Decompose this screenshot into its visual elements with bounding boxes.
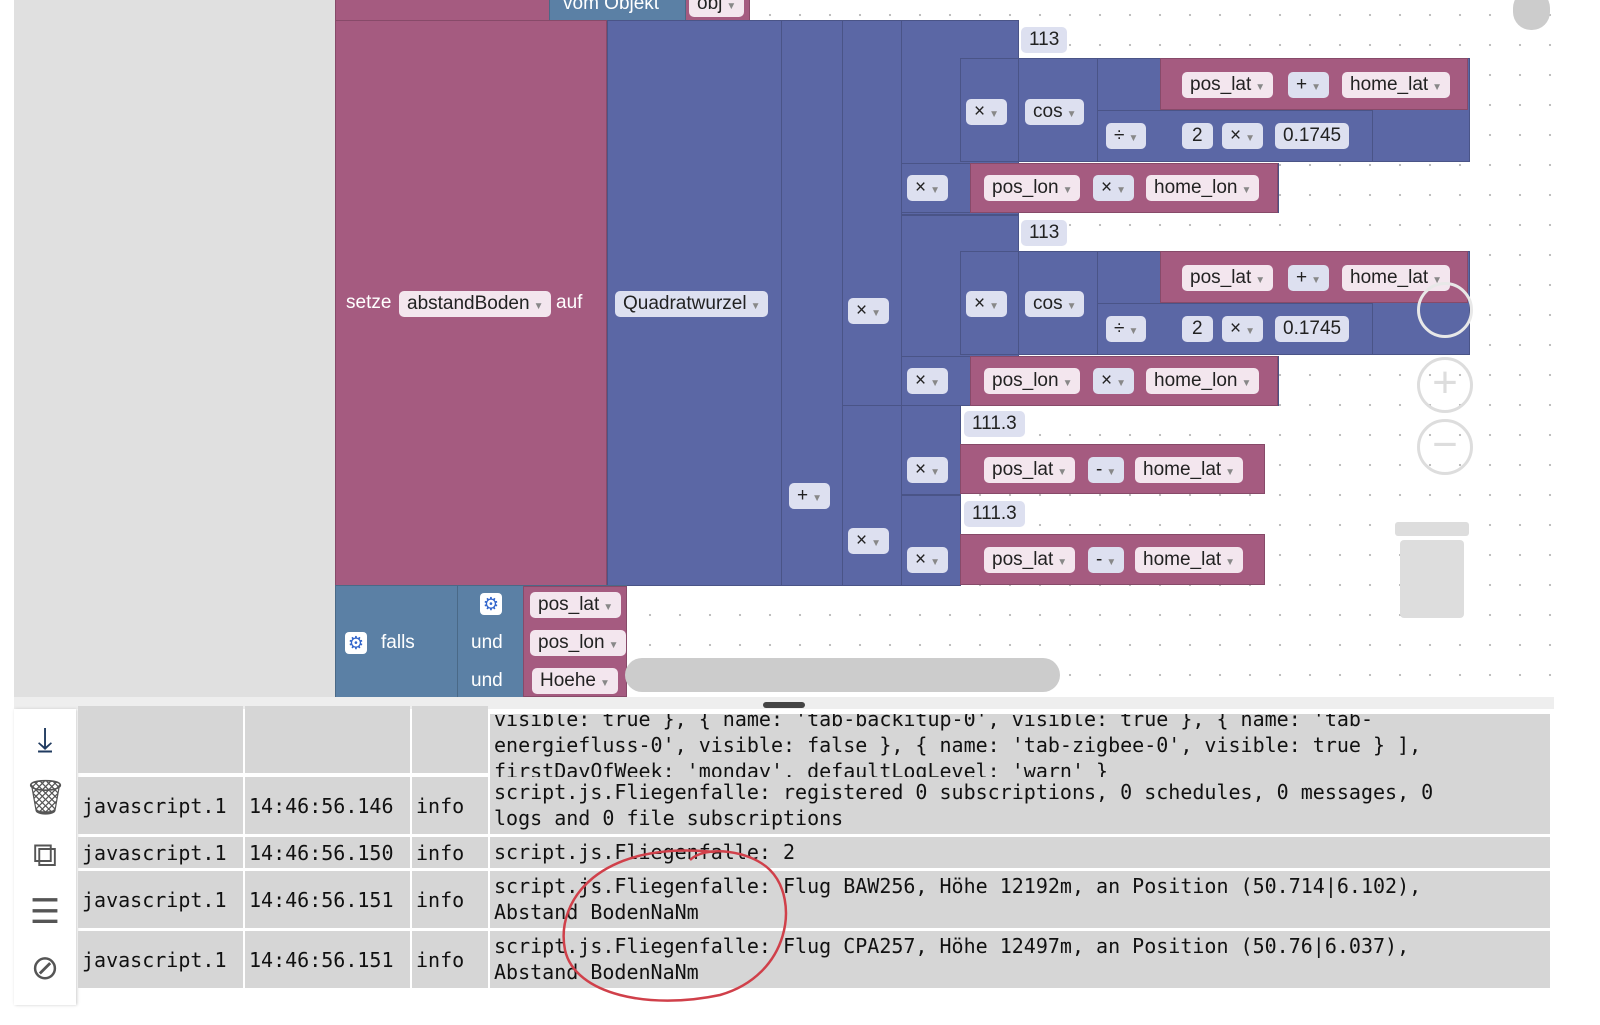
gear-icon[interactable]: ⚙ bbox=[345, 632, 367, 654]
mul-operator[interactable]: × ▼ bbox=[966, 99, 1008, 125]
log-level: info bbox=[412, 837, 488, 868]
number-113[interactable]: 113 bbox=[1021, 27, 1068, 53]
log-source: javascript.1 bbox=[78, 871, 243, 928]
toolbox-panel bbox=[14, 0, 335, 697]
mul-block-lat[interactable] bbox=[842, 405, 902, 586]
number-111-3[interactable]: 111.3 bbox=[964, 501, 1025, 527]
zoom-in-icon[interactable]: + bbox=[1417, 357, 1473, 413]
cos-dropdown[interactable]: cos ▼ bbox=[1025, 291, 1085, 317]
log-message: script.js.Fliegenfalle: 2 bbox=[490, 837, 1550, 868]
falls-label: falls bbox=[381, 632, 415, 653]
mul-operator[interactable]: × ▼ bbox=[1222, 123, 1264, 149]
mul-block-outer[interactable] bbox=[842, 20, 902, 406]
var-home-lat[interactable]: home_lat ▼ bbox=[1342, 72, 1451, 98]
log-level: info bbox=[412, 777, 488, 834]
var-pos-lon[interactable]: pos_lon ▼ bbox=[530, 630, 627, 656]
recenter-icon[interactable] bbox=[1417, 282, 1473, 338]
log-source: javascript.1 bbox=[78, 837, 243, 868]
obj-dropdown[interactable]: obj ▼ bbox=[689, 0, 745, 17]
log-message: script.js.Fliegenfalle: Flug BAW256, Höh… bbox=[490, 871, 1550, 928]
gear-icon[interactable]: ⚙ bbox=[480, 593, 502, 615]
plus-operator[interactable]: + ▼ bbox=[1288, 265, 1330, 291]
var-home-lat[interactable]: home_lat ▼ bbox=[1135, 547, 1244, 573]
trash-icon[interactable] bbox=[1400, 540, 1464, 618]
download-icon[interactable]: ⤓ bbox=[24, 719, 66, 761]
log-level: info bbox=[412, 871, 488, 928]
copy-icon[interactable]: ⧉ bbox=[24, 834, 66, 876]
var-pos-lat[interactable]: pos_lat ▼ bbox=[984, 547, 1076, 573]
number-0-1745[interactable]: 0.1745 bbox=[1275, 123, 1350, 149]
plus-operator[interactable]: + ▼ bbox=[1288, 72, 1330, 98]
trash-lid-icon[interactable] bbox=[1395, 522, 1469, 536]
var-home-lon[interactable]: home_lon ▼ bbox=[1146, 175, 1260, 201]
vom-objekt-label: vom Objekt bbox=[563, 0, 660, 14]
log-message: visible: true }, { name: 'tab-backitup-0… bbox=[490, 714, 1550, 781]
log-message: script.js.Fliegenfalle: registered 0 sub… bbox=[490, 777, 1550, 834]
hide-eye-icon[interactable]: ⊘ bbox=[24, 947, 66, 989]
var-pos-lon[interactable]: pos_lon ▼ bbox=[984, 175, 1081, 201]
und-label: und bbox=[471, 632, 503, 653]
log-time: 14:46:56.151 bbox=[245, 931, 410, 988]
log-source: javascript.1 bbox=[78, 931, 243, 988]
var-pos-lat[interactable]: pos_lat ▼ bbox=[984, 457, 1076, 483]
variable-dropdown[interactable]: abstandBoden ▼ bbox=[399, 291, 552, 317]
mul-operator[interactable]: × ▼ bbox=[907, 547, 949, 573]
mul-operator[interactable]: × ▼ bbox=[1222, 316, 1264, 342]
minus-operator[interactable]: - ▼ bbox=[1088, 547, 1125, 573]
log-source bbox=[78, 706, 243, 773]
log-message: script.js.Fliegenfalle: Flug CPA257, Höh… bbox=[490, 931, 1550, 988]
wrap-lines-icon[interactable]: ☰ bbox=[24, 891, 66, 933]
var-pos-lat[interactable]: pos_lat ▼ bbox=[1182, 265, 1274, 291]
mul-operator[interactable]: × ▼ bbox=[966, 291, 1008, 317]
var-pos-lat[interactable]: pos_lat ▼ bbox=[1182, 72, 1274, 98]
zoom-out-icon[interactable]: − bbox=[1417, 419, 1473, 475]
var-home-lon[interactable]: home_lon ▼ bbox=[1146, 368, 1260, 394]
plus-operator[interactable]: + ▼ bbox=[789, 483, 831, 509]
und-label: und bbox=[471, 670, 503, 691]
mul-operator[interactable]: × ▼ bbox=[907, 368, 949, 394]
setze-label: setze bbox=[346, 292, 392, 313]
var-hoehe[interactable]: Hoehe ▼ bbox=[532, 668, 618, 694]
previous-block[interactable] bbox=[335, 0, 750, 21]
div-operator[interactable]: ÷ ▼ bbox=[1106, 123, 1147, 149]
log-level: info bbox=[412, 931, 488, 988]
var-pos-lon[interactable]: pos_lon ▼ bbox=[984, 368, 1081, 394]
mul-operator[interactable]: × ▼ bbox=[1093, 175, 1135, 201]
mul-operator[interactable]: × ▼ bbox=[907, 175, 949, 201]
resize-handle[interactable] bbox=[763, 702, 805, 708]
log-time: 14:46:56.150 bbox=[245, 837, 410, 868]
number-111-3[interactable]: 111.3 bbox=[964, 411, 1025, 437]
blockly-workspace[interactable]: vom Objekt obj ▼ setze abstandBoden ▼ auf … bbox=[335, 0, 1553, 697]
number-0-1745[interactable]: 0.1745 bbox=[1275, 316, 1350, 342]
number-2[interactable]: 2 bbox=[1182, 316, 1213, 342]
clear-log-icon[interactable]: 🗑 bbox=[24, 777, 67, 819]
mul-operator[interactable]: × ▼ bbox=[848, 528, 890, 554]
var-pos-lat[interactable]: pos_lat ▼ bbox=[530, 592, 622, 618]
sqrt-dropdown[interactable]: Quadratwurzel ▼ bbox=[615, 291, 769, 317]
mul-operator[interactable]: × ▼ bbox=[1093, 368, 1135, 394]
log-source: javascript.1 bbox=[78, 777, 243, 834]
cos-dropdown[interactable]: cos ▼ bbox=[1025, 99, 1085, 125]
horizontal-scrollbar[interactable] bbox=[625, 658, 1060, 692]
mul-operator[interactable]: × ▼ bbox=[848, 298, 890, 324]
mul-operator[interactable]: × ▼ bbox=[907, 457, 949, 483]
auf-label: auf bbox=[556, 292, 583, 313]
log-time: 14:46:56.151 bbox=[245, 871, 410, 928]
div-operator[interactable]: ÷ ▼ bbox=[1106, 316, 1147, 342]
number-113[interactable]: 113 bbox=[1021, 220, 1068, 246]
minus-operator[interactable]: - ▼ bbox=[1088, 457, 1125, 483]
log-time bbox=[245, 706, 410, 773]
log-time: 14:46:56.146 bbox=[245, 777, 410, 834]
var-home-lat[interactable]: home_lat ▼ bbox=[1135, 457, 1244, 483]
log-toolbar: ⤓ 🗑 ⧉ ☰ ⊘ bbox=[14, 709, 76, 1005]
number-2[interactable]: 2 bbox=[1182, 123, 1213, 149]
log-level bbox=[412, 706, 488, 773]
